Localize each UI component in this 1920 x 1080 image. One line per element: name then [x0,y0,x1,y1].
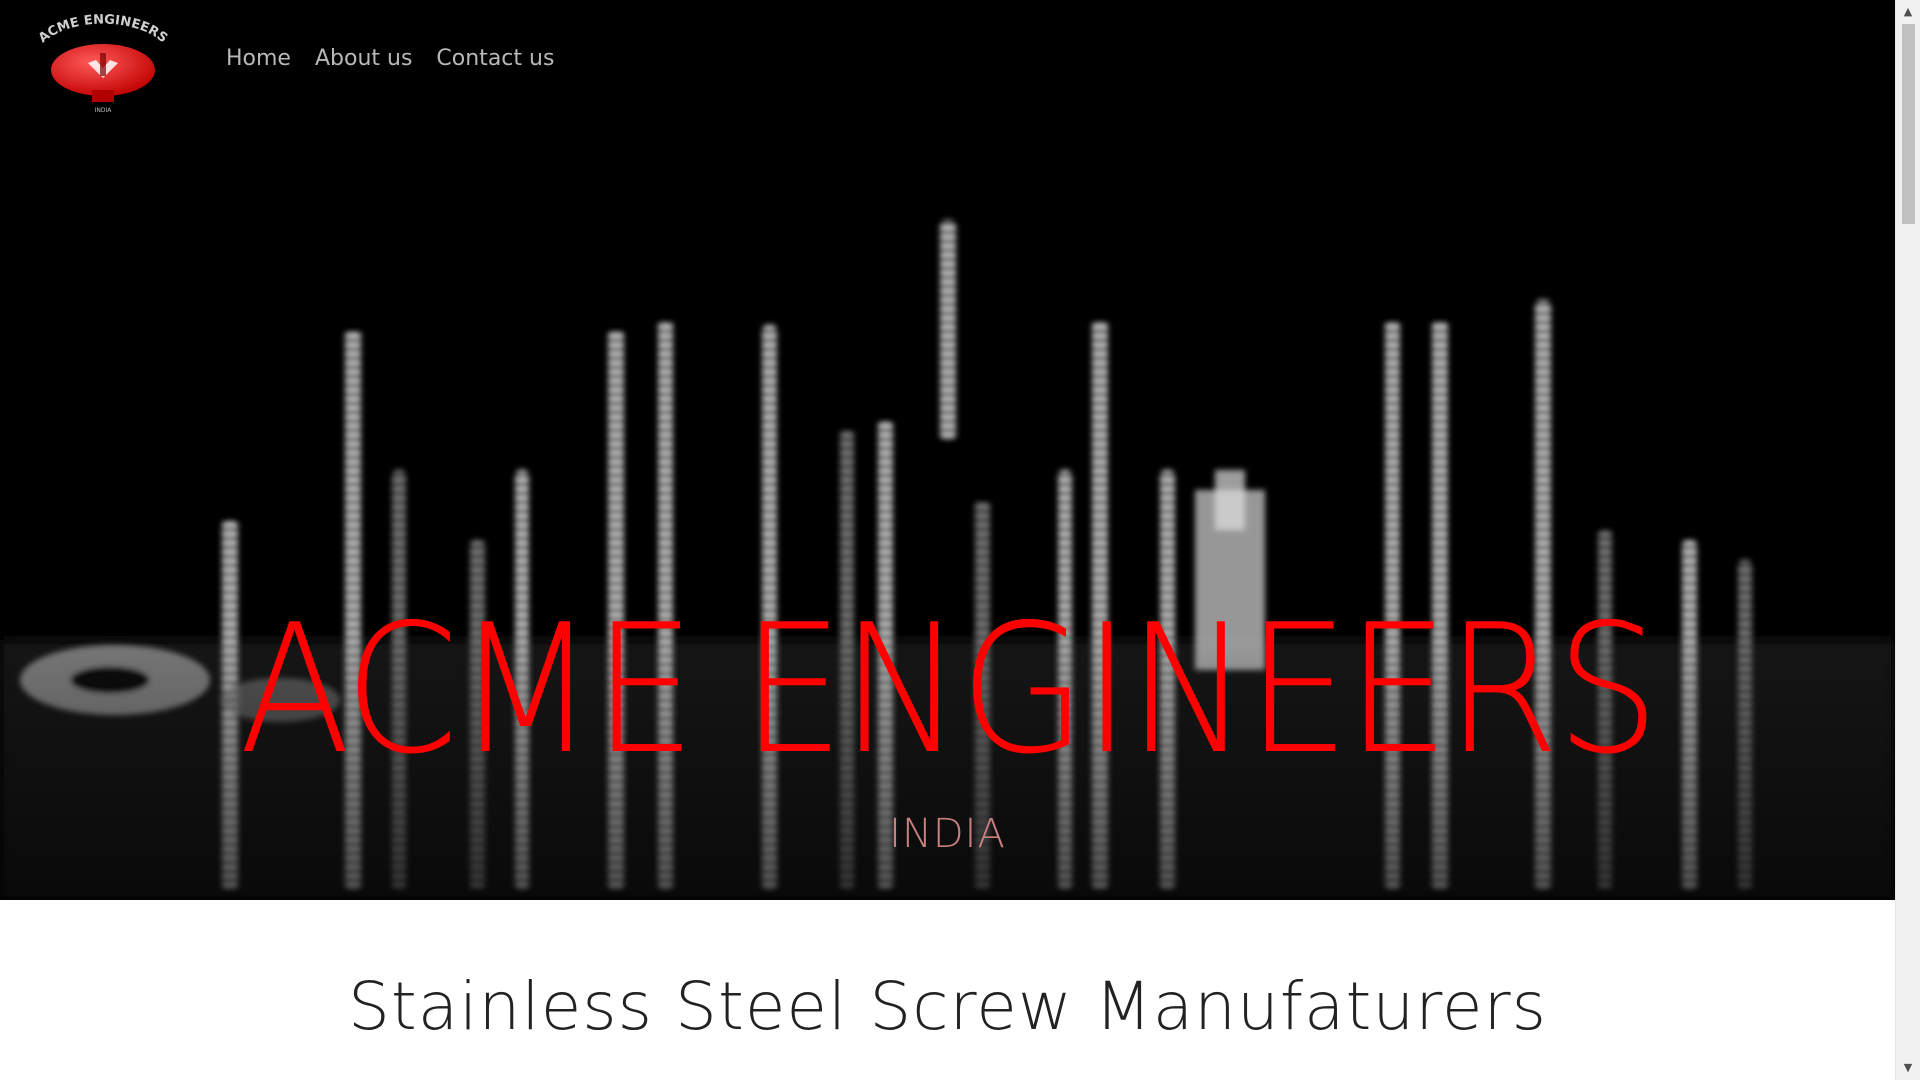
svg-text:ACME ENGINEERS: ACME ENGINEERS [36,12,170,46]
svg-text:INDIA: INDIA [95,107,113,114]
hero-title: ACME ENGINEERS [238,586,1660,793]
hero-subtitle: INDIA [889,811,1006,857]
page-headline: Stainless Steel Screw Manufaturers [347,968,1548,1045]
arrow-down-icon[interactable]: ▼ [1896,1058,1920,1078]
acme-logo[interactable]: ACME ENGINEERS INDIA [28,8,178,118]
arrow-up-icon[interactable]: ▲ [1896,2,1920,22]
nav-about-link[interactable]: About us [315,46,412,71]
nav-contact-link[interactable]: Contact us [436,46,554,71]
vertical-scrollbar[interactable]: ▲ ▼ [1895,0,1920,1080]
hero-banner: ACME ENGINEERS INDIA Home About us Conta… [0,0,1895,900]
main-nav: Home About us Contact us [226,46,554,71]
nav-home-link[interactable]: Home [226,46,291,71]
scrollbar-thumb[interactable] [1902,24,1915,224]
page-viewport: ACME ENGINEERS INDIA Home About us Conta… [0,0,1895,1080]
